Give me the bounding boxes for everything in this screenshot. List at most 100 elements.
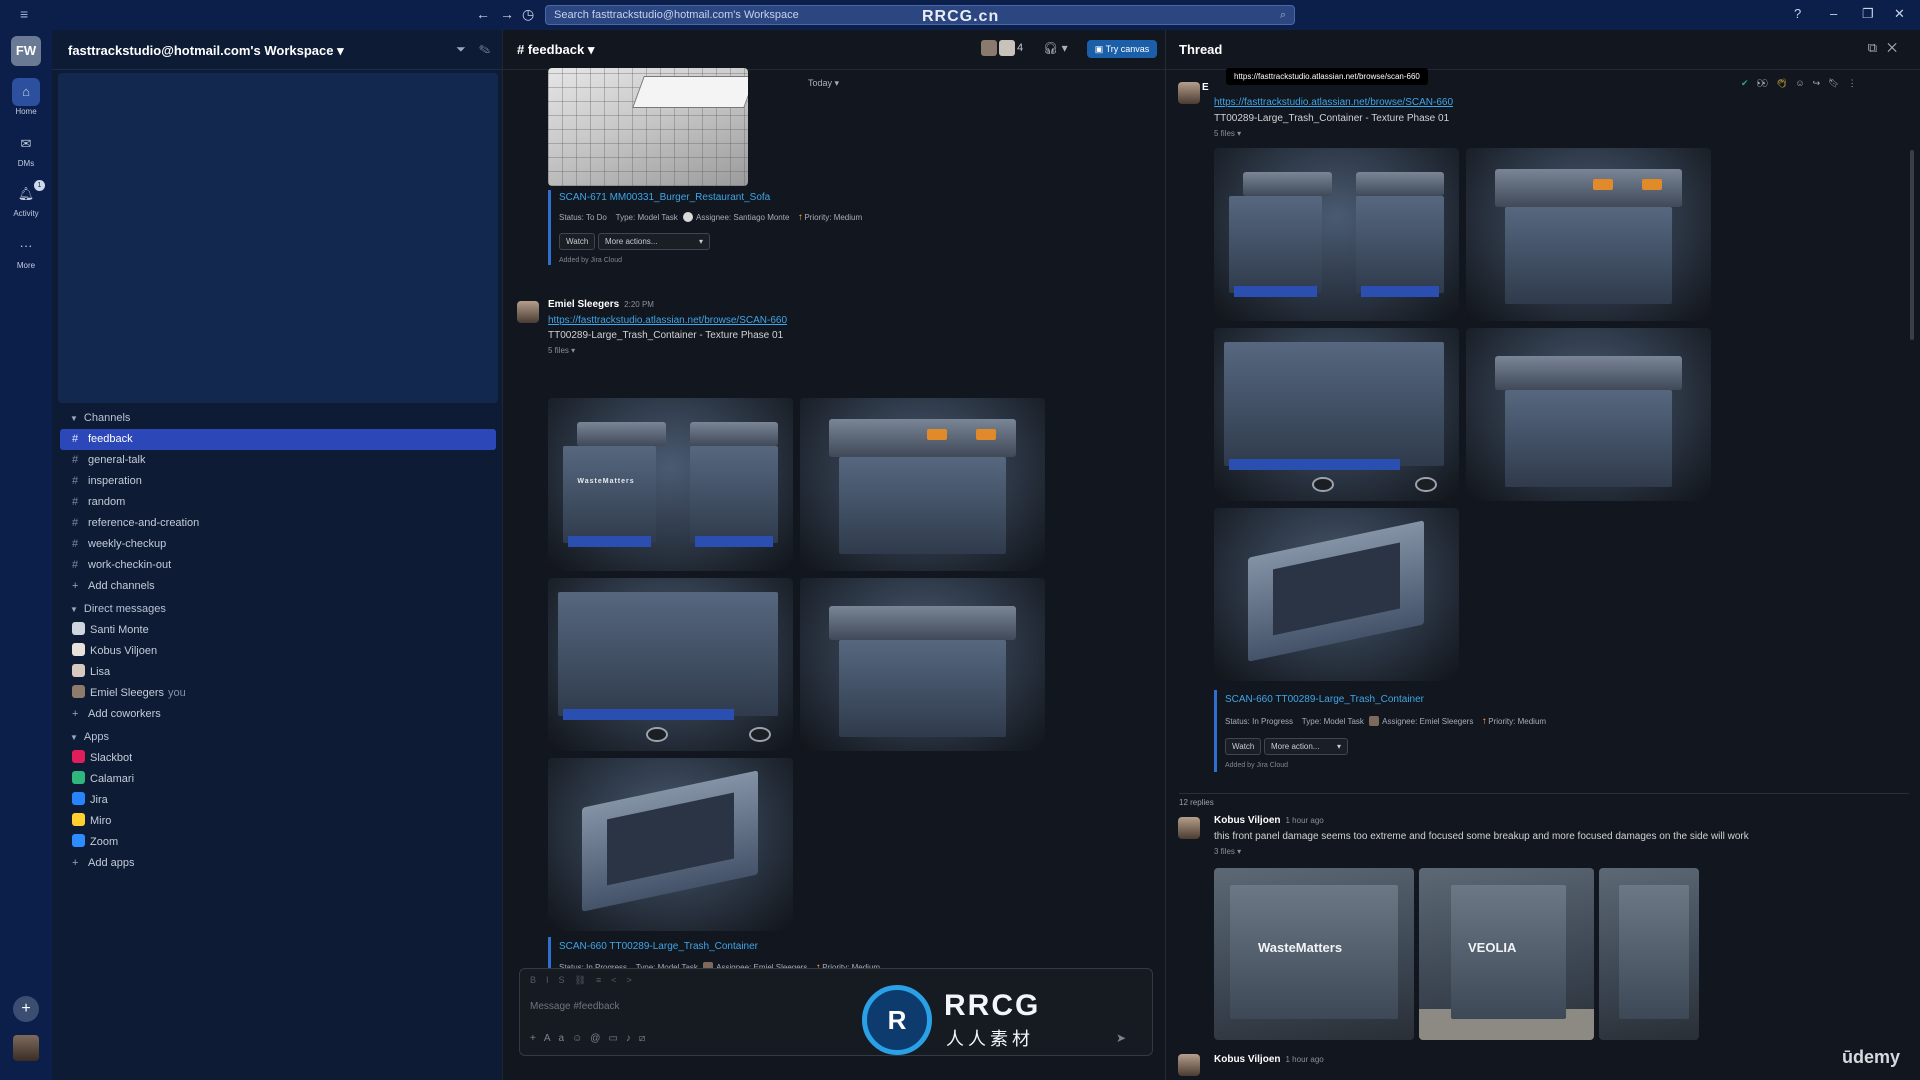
add-workspace-button[interactable]: + bbox=[13, 996, 39, 1022]
watch-button[interactable]: Watch bbox=[559, 233, 596, 250]
text-format-icon[interactable]: Aa bbox=[544, 1033, 572, 1044]
strike-icon[interactable]: S bbox=[559, 975, 575, 985]
message-input[interactable]: Message #feedback bbox=[530, 1001, 620, 1012]
avatar[interactable] bbox=[1178, 1054, 1200, 1076]
send-icon[interactable]: ➤ bbox=[1116, 1031, 1126, 1045]
sidebar-item-dm-santi[interactable]: Santi Monte bbox=[60, 620, 496, 641]
sidebar-item-feedback[interactable]: # feedback bbox=[60, 429, 496, 450]
thread-render-4[interactable] bbox=[1466, 328, 1711, 501]
add-apps-button[interactable]: + Add apps bbox=[60, 853, 496, 874]
channels-section-header[interactable]: ▼ Channels bbox=[60, 408, 496, 429]
avatar[interactable] bbox=[1178, 817, 1200, 839]
filter-icon[interactable]: ⏷ bbox=[456, 42, 466, 56]
shortcut-icon[interactable]: ⧄ bbox=[639, 1033, 653, 1044]
thread-render-3[interactable] bbox=[1214, 328, 1459, 501]
bookmark-icon[interactable]: 🔖︎ bbox=[1828, 78, 1847, 88]
message-link[interactable]: https://fasttrackstudio.atlassian.net/br… bbox=[548, 315, 787, 326]
more-vertical-icon[interactable]: ⋮ bbox=[1848, 78, 1865, 88]
hamburger-menu-icon[interactable]: ≡ bbox=[20, 6, 28, 22]
sidebar-item-general-talk[interactable]: # general-talk bbox=[60, 450, 496, 471]
avatar[interactable] bbox=[517, 301, 539, 323]
issue-link-scan-671[interactable]: SCAN-671 MM00331_Burger_Restaurant_Sofa bbox=[559, 192, 770, 203]
sidebar-item-dm-lisa[interactable]: Lisa bbox=[60, 662, 496, 683]
workspace-avatar[interactable]: FW bbox=[11, 36, 41, 66]
date-divider[interactable]: Today ▾ bbox=[808, 78, 839, 89]
sidebar-item-app-jira[interactable]: Jira bbox=[60, 790, 496, 811]
forward-arrow-icon[interactable]: → bbox=[500, 6, 514, 22]
clap-reaction-icon[interactable]: 👏︎ bbox=[1776, 78, 1795, 88]
trash-container-render-1[interactable]: WasteMatters bbox=[548, 398, 793, 571]
sidebar-item-app-slackbot[interactable]: Slackbot bbox=[60, 748, 496, 769]
files-toggle[interactable]: 5 files ▾ bbox=[1214, 129, 1241, 138]
sidebar-item-weekly-checkup[interactable]: # weekly-checkup bbox=[60, 534, 496, 555]
sidebar-item-random[interactable]: # random bbox=[60, 492, 496, 513]
emoji-icon[interactable]: ☺ bbox=[572, 1033, 590, 1044]
sofa-render-image[interactable] bbox=[548, 68, 748, 186]
reference-photo-3[interactable] bbox=[1599, 868, 1699, 1040]
message-time[interactable]: 2:20 PM bbox=[624, 300, 654, 309]
bold-icon[interactable]: B bbox=[530, 975, 546, 985]
maximize-icon[interactable]: ❐ bbox=[1862, 6, 1874, 22]
popout-icon[interactable]: ⧉ bbox=[1868, 40, 1887, 55]
sidebar-item-work-checkin-out[interactable]: # work-checkin-out bbox=[60, 555, 496, 576]
avatar[interactable] bbox=[1178, 82, 1200, 104]
list-icon[interactable]: ≡ bbox=[596, 975, 611, 985]
sidebar-item-app-miro[interactable]: Miro bbox=[60, 811, 496, 832]
thread-author-initial[interactable]: E bbox=[1202, 82, 1209, 93]
channel-title[interactable]: # feedback ▾ bbox=[517, 42, 594, 58]
sidebar-item-app-calamari[interactable]: Calamari bbox=[60, 769, 496, 790]
thread-issue-link[interactable]: SCAN-660 TT00289-Large_Trash_Container bbox=[1225, 694, 1424, 705]
rail-more[interactable]: ··· More bbox=[4, 232, 48, 270]
search-input[interactable]: Search fasttrackstudio@hotmail.com's Wor… bbox=[545, 5, 1295, 25]
watch-button[interactable]: Watch bbox=[1225, 738, 1262, 755]
sidebar-item-reference-and-creation[interactable]: # reference-and-creation bbox=[60, 513, 496, 534]
reference-photo-1[interactable]: WasteMatters bbox=[1214, 868, 1414, 1040]
reference-photo-2[interactable]: VEOLIA bbox=[1419, 868, 1594, 1040]
files-toggle[interactable]: 5 files ▾ bbox=[548, 346, 575, 355]
thread-render-5[interactable] bbox=[1214, 508, 1459, 681]
reply-author-2[interactable]: Kobus Viljoen 1 hour ago bbox=[1214, 1054, 1324, 1065]
apps-section-header[interactable]: ▼ Apps bbox=[60, 727, 496, 748]
eyes-reaction-icon[interactable]: 👀︎ bbox=[1757, 78, 1776, 88]
try-canvas-button[interactable]: ▣ Try canvas bbox=[1087, 40, 1157, 58]
sidebar-item-insperation[interactable]: # insperation bbox=[60, 471, 496, 492]
sidebar-item-dm-kobus[interactable]: Kobus Viljoen bbox=[60, 641, 496, 662]
check-reaction-icon[interactable]: ✔ bbox=[1741, 78, 1757, 88]
attach-plus-icon[interactable]: + bbox=[530, 1033, 544, 1044]
user-avatar[interactable] bbox=[13, 1035, 39, 1061]
close-thread-icon[interactable]: ✕ bbox=[1887, 40, 1907, 55]
italic-icon[interactable]: I bbox=[546, 975, 559, 985]
thread-link[interactable]: https://fasttrackstudio.atlassian.net/br… bbox=[1214, 97, 1453, 108]
message-author[interactable]: Emiel Sleegers 2:20 PM bbox=[548, 299, 654, 310]
trash-container-render-4[interactable] bbox=[800, 578, 1045, 751]
more-actions-select[interactable]: More actions... ▾ bbox=[598, 233, 710, 250]
compose-icon[interactable]: ✎ bbox=[479, 42, 490, 56]
dm-section-header[interactable]: ▼ Direct messages bbox=[60, 599, 496, 620]
video-icon[interactable]: ▭ bbox=[608, 1033, 625, 1044]
issue-link-scan-660[interactable]: SCAN-660 TT00289-Large_Trash_Container bbox=[559, 941, 758, 952]
trash-container-render-3[interactable] bbox=[548, 578, 793, 751]
sidebar-item-dm-emiel[interactable]: Emiel Sleegers you bbox=[60, 683, 496, 704]
thread-scrollbar[interactable] bbox=[1910, 150, 1914, 340]
help-icon[interactable]: ? bbox=[1794, 6, 1801, 21]
thread-render-2[interactable] bbox=[1466, 148, 1711, 321]
rail-dms[interactable]: ✉ DMs bbox=[4, 130, 48, 168]
reply-author[interactable]: Kobus Viljoen 1 hour ago bbox=[1214, 815, 1324, 826]
reply-time[interactable]: 1 hour ago bbox=[1286, 1055, 1324, 1064]
add-channels-button[interactable]: + Add channels bbox=[60, 576, 496, 597]
history-icon[interactable]: ◷ bbox=[522, 6, 534, 23]
headphones-icon[interactable]: 🎧︎ ▾ bbox=[1043, 41, 1068, 55]
trash-container-render-5[interactable] bbox=[548, 758, 793, 931]
files-toggle[interactable]: 3 files ▾ bbox=[1214, 847, 1241, 856]
add-reaction-icon[interactable]: ☺ bbox=[1795, 78, 1812, 88]
rail-activity[interactable]: 🔔︎ 1 Activity bbox=[4, 180, 48, 218]
more-actions-select[interactable]: More action... ▾ bbox=[1264, 738, 1348, 755]
trash-container-render-2[interactable] bbox=[800, 398, 1045, 571]
back-arrow-icon[interactable]: ← bbox=[476, 6, 490, 22]
link-icon[interactable]: ⛓ bbox=[575, 975, 596, 985]
minimize-icon[interactable]: – bbox=[1830, 6, 1837, 21]
code-icon[interactable]: <> bbox=[611, 975, 642, 985]
thread-render-1[interactable] bbox=[1214, 148, 1459, 321]
close-window-icon[interactable]: ✕ bbox=[1894, 6, 1905, 22]
member-count-button[interactable]: 4 bbox=[981, 40, 1023, 56]
